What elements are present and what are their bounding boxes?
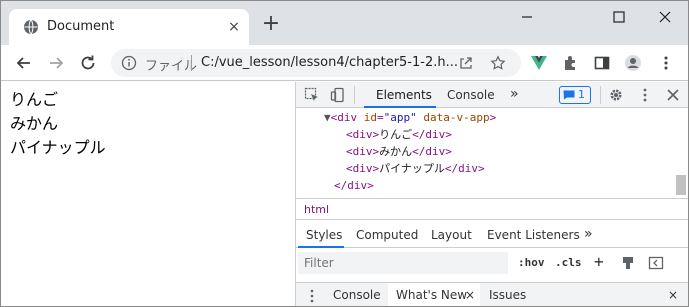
- node-text: みかん: [379, 145, 413, 158]
- back-icon[interactable]: [13, 52, 35, 74]
- bookmark-star-icon[interactable]: [490, 55, 506, 71]
- tag-gt: >: [489, 111, 497, 124]
- browser-window: Document × + ファイル C:/vue_lesson/lesson4/…: [0, 0, 689, 307]
- message-icon: [563, 90, 575, 100]
- more-tabs-button[interactable]: »: [510, 86, 519, 102]
- drawer-tab-console[interactable]: Console: [333, 288, 381, 302]
- node-text: パイナップル: [379, 162, 445, 175]
- attr-eq: =: [377, 111, 384, 124]
- issues-count: 1: [578, 88, 585, 101]
- profile-avatar-icon[interactable]: [624, 54, 642, 72]
- settings-gear-icon[interactable]: [608, 87, 624, 103]
- new-style-rule-button[interactable]: +: [594, 252, 604, 271]
- minimize-icon[interactable]: [517, 7, 537, 27]
- tag-close: </div>: [412, 128, 452, 141]
- tab-console[interactable]: Console: [447, 88, 495, 102]
- tab-divider: [600, 86, 601, 104]
- inspect-element-icon[interactable]: [304, 87, 320, 103]
- dom-tree[interactable]: ▼<div id="app" data-v-app> <div>りんご</div…: [296, 109, 688, 197]
- tab-divider: [354, 86, 355, 104]
- close-drawer-button[interactable]: ×: [668, 288, 678, 302]
- tag-close: </div>: [444, 162, 485, 175]
- attr-name: id: [363, 111, 377, 124]
- node-text: りんご: [379, 128, 413, 141]
- tab-computed[interactable]: Computed: [356, 228, 418, 242]
- tag-open: <div>: [346, 128, 380, 141]
- expand-triangle-icon[interactable]: ▼: [324, 111, 331, 124]
- page-viewport: りんご みかん パイナップル: [1, 82, 295, 306]
- address-bar[interactable]: ファイル C:/vue_lesson/lesson4/chapter5-1-2.…: [111, 49, 521, 77]
- dom-node-close[interactable]: </div>: [334, 177, 374, 194]
- browser-tab[interactable]: Document ×: [9, 9, 249, 45]
- menu-kebab-icon[interactable]: [657, 54, 675, 72]
- tab-event-listeners[interactable]: Event Listeners: [487, 228, 580, 242]
- styles-filter-row: :hov .cls +: [296, 249, 688, 277]
- fruit-line: みかん: [10, 114, 59, 133]
- styles-tabbar: Styles Computed Layout Event Listeners »: [296, 222, 688, 248]
- devtools-menu-icon[interactable]: [637, 87, 653, 103]
- drawer-tab-whats-new[interactable]: What's New: [396, 288, 467, 302]
- new-tab-button[interactable]: +: [261, 13, 281, 35]
- active-tab-indicator: [364, 106, 436, 108]
- styles-filter-input[interactable]: [298, 252, 508, 274]
- close-whats-new-button[interactable]: ×: [465, 288, 475, 302]
- dom-scrollbar-thumb[interactable]: [676, 175, 686, 195]
- tab-styles[interactable]: Styles: [306, 228, 342, 242]
- tab-elements[interactable]: Elements: [376, 88, 432, 102]
- devtools-tabbar: Elements Console » 1: [296, 82, 688, 108]
- dom-node-child[interactable]: <div>みかん</div>: [346, 143, 452, 160]
- extensions-icon[interactable]: [562, 54, 580, 72]
- more-subtabs-button[interactable]: »: [584, 226, 593, 242]
- url-text[interactable]: C:/vue_lesson/lesson4/chapter5-1-2.h...: [201, 55, 458, 70]
- attr-value: "app": [383, 111, 417, 124]
- issues-badge[interactable]: 1: [559, 86, 591, 104]
- maximize-icon[interactable]: [609, 7, 629, 27]
- tag-open: <div: [330, 111, 364, 124]
- security-label: ファイル: [145, 59, 198, 74]
- share-icon[interactable]: [458, 55, 474, 71]
- tag-close: </div>: [334, 179, 374, 192]
- drawer-tab-issues[interactable]: Issues: [489, 288, 526, 302]
- close-devtools-icon[interactable]: [665, 87, 681, 103]
- devtools-drawer: Console What's New × Issues ×: [296, 282, 688, 306]
- paint-brush-icon[interactable]: [620, 255, 636, 271]
- tab-title: Document: [47, 19, 115, 34]
- browser-toolbar: ファイル C:/vue_lesson/lesson4/chapter5-1-2.…: [1, 45, 688, 81]
- drawer-menu-icon[interactable]: [304, 288, 320, 304]
- dom-node-app[interactable]: ▼<div id="app" data-v-app>: [324, 109, 496, 126]
- close-window-icon[interactable]: [655, 7, 675, 27]
- vue-devtools-icon[interactable]: [530, 54, 548, 72]
- tab-strip: Document × +: [1, 1, 688, 45]
- tab-layout[interactable]: Layout: [431, 228, 472, 242]
- tag-open: <div>: [346, 162, 380, 175]
- tag-close: </div>: [412, 145, 452, 158]
- fruit-line: りんご: [10, 90, 59, 109]
- tag-open: <div>: [346, 145, 380, 158]
- breadcrumb: html: [296, 198, 688, 220]
- side-panel-icon[interactable]: [593, 54, 611, 72]
- device-toolbar-icon[interactable]: [330, 87, 346, 103]
- hov-toggle[interactable]: :hov: [518, 256, 545, 269]
- dom-node-child[interactable]: <div>パイナップル</div>: [346, 160, 485, 177]
- info-icon[interactable]: [121, 55, 137, 71]
- active-subtab-indicator: [298, 246, 344, 248]
- sidebar-toggle-icon[interactable]: [648, 255, 664, 271]
- devtools-panel: Elements Console » 1 ▼<div id="app" data…: [295, 82, 688, 306]
- cls-toggle[interactable]: .cls: [555, 256, 582, 269]
- globe-icon: [24, 19, 38, 35]
- address-divider: [191, 55, 192, 71]
- fruit-line: パイナップル: [10, 138, 106, 157]
- reload-icon[interactable]: [77, 52, 99, 74]
- breadcrumb-html[interactable]: html: [304, 203, 329, 216]
- dom-node-child[interactable]: <div>りんご</div>: [346, 126, 452, 143]
- forward-icon[interactable]: [45, 52, 67, 74]
- attr-data-v-app: data-v-app: [416, 111, 490, 124]
- tab-close-button[interactable]: ×: [225, 18, 243, 36]
